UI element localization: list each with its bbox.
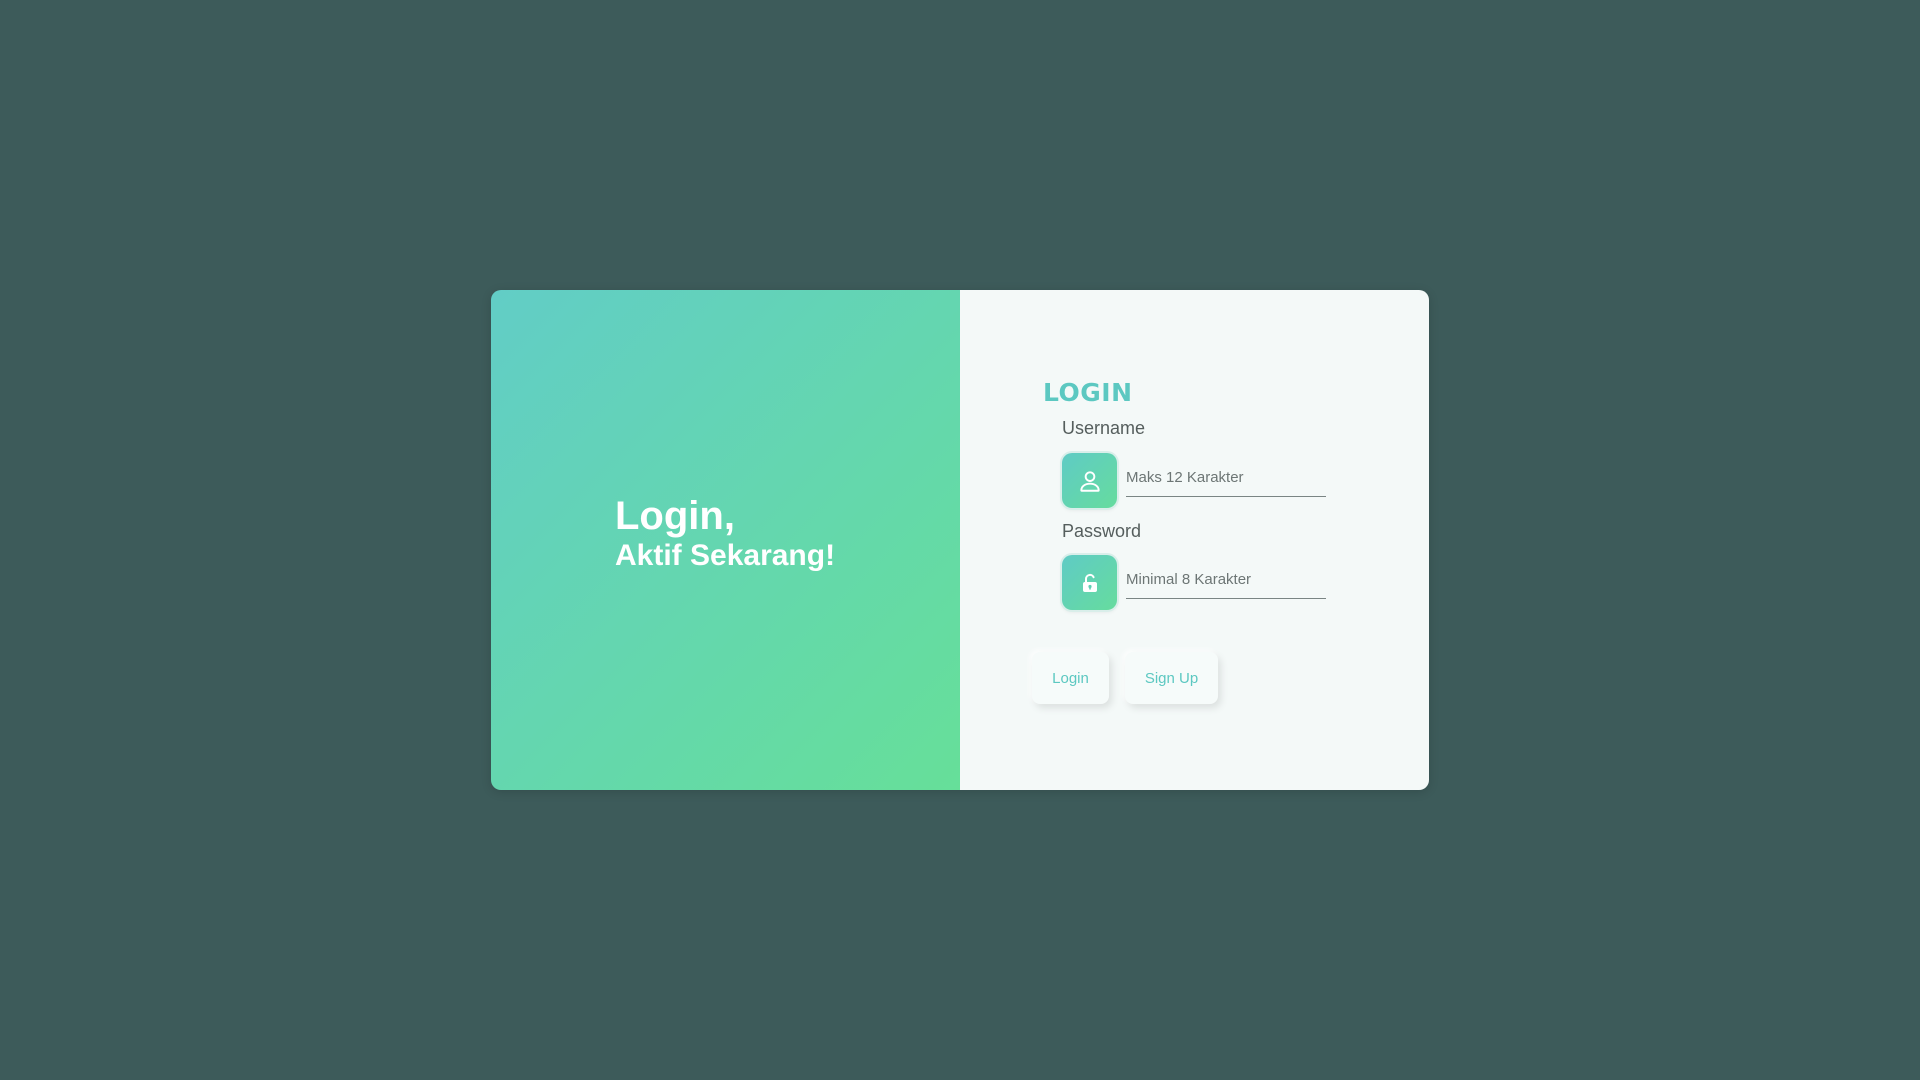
login-form: LOGIN Username Password Login Sign Up — [960, 290, 1429, 790]
form-heading: LOGIN — [1043, 378, 1133, 407]
hero-subtitle: Aktif Sekarang! — [615, 539, 836, 572]
hero-title: Login, — [615, 494, 735, 538]
signup-button[interactable]: Sign Up — [1125, 652, 1218, 704]
username-label: Username — [1062, 418, 1146, 438]
password-input[interactable] — [1126, 564, 1326, 599]
unlock-icon — [1062, 555, 1117, 610]
login-card: Login, Aktif Sekarang! LOGIN Username Pa… — [491, 290, 1429, 790]
hero-panel: Login, Aktif Sekarang! — [491, 290, 960, 790]
login-button[interactable]: Login — [1032, 652, 1109, 704]
username-input[interactable] — [1126, 462, 1326, 497]
hero-text: Login, Aktif Sekarang! — [615, 494, 835, 574]
user-icon — [1062, 453, 1117, 508]
password-label: Password — [1062, 521, 1142, 541]
